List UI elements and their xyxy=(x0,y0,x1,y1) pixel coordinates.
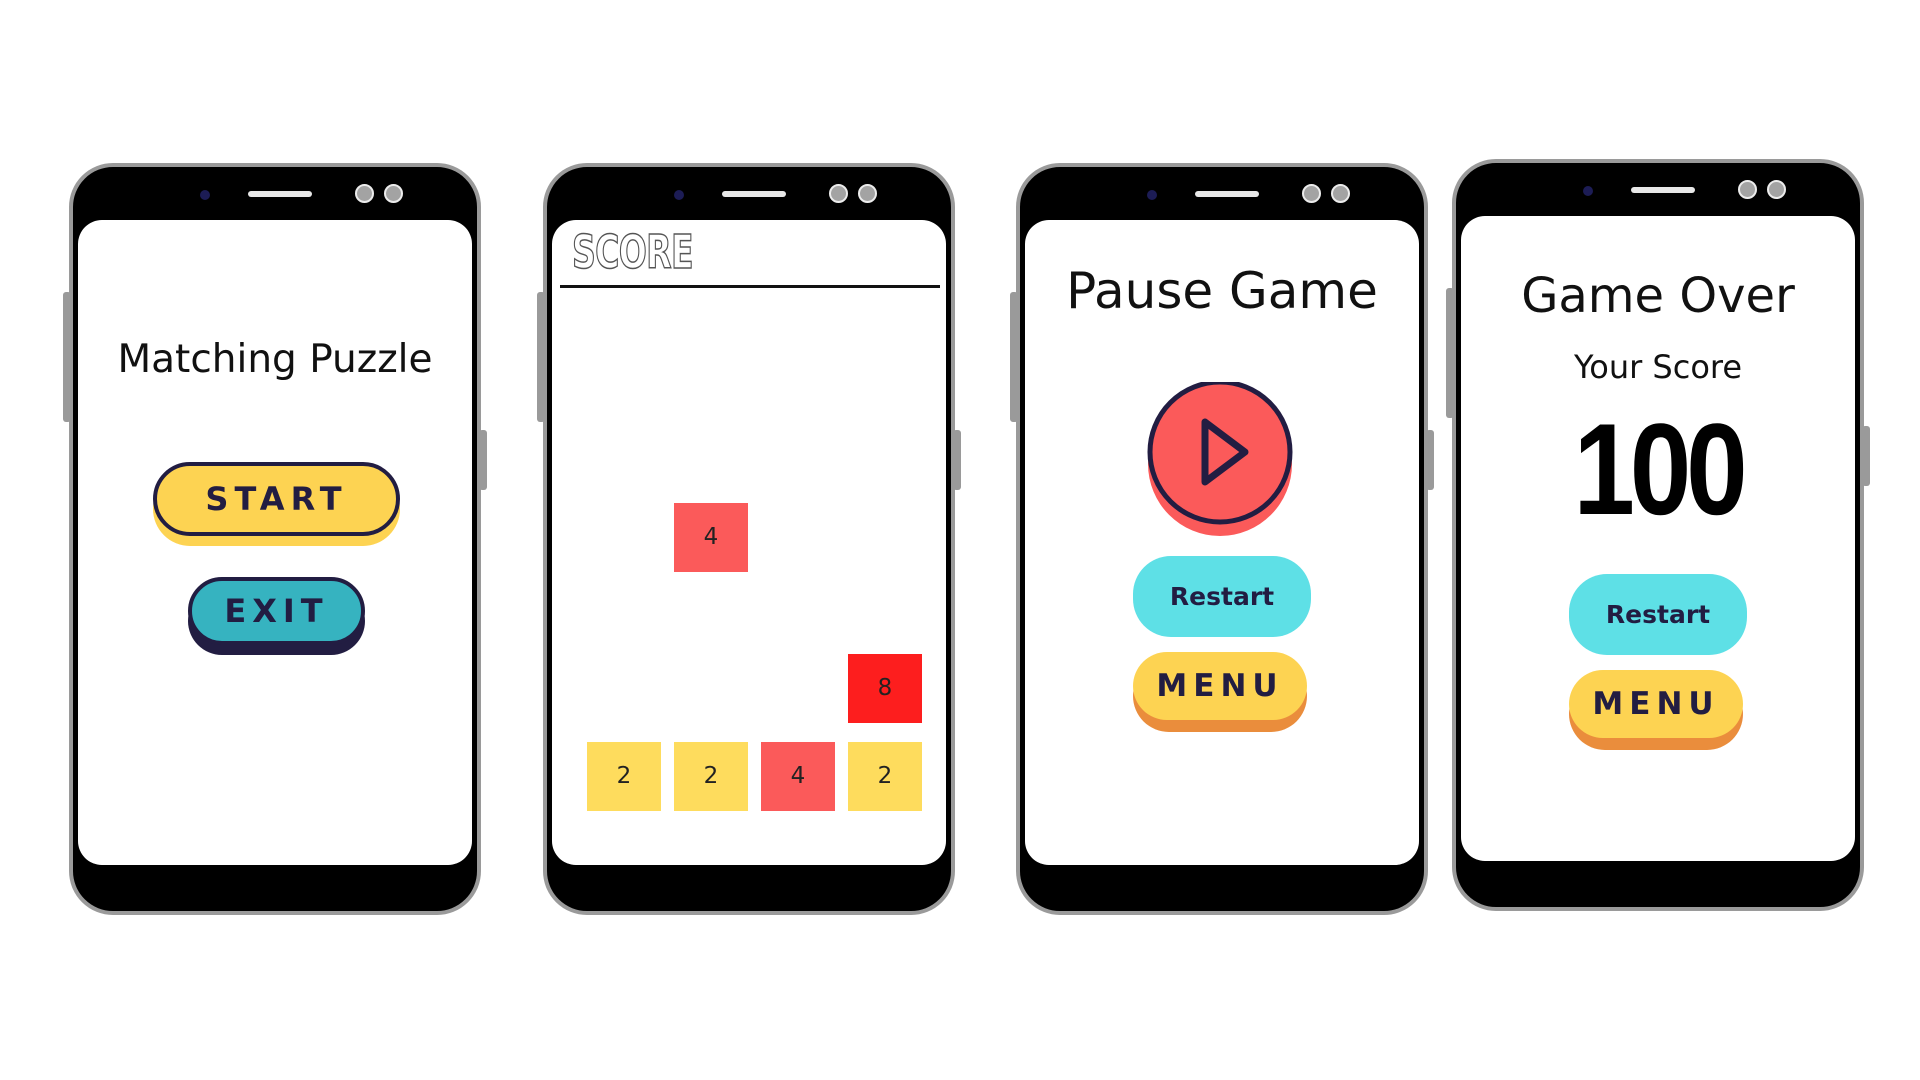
pause-screen: Pause Game Restart MENU xyxy=(1025,220,1419,865)
exit-button[interactable]: EXIT xyxy=(188,577,365,645)
camera-icon xyxy=(1331,184,1350,203)
tile[interactable]: 8 xyxy=(848,654,922,723)
volume-button xyxy=(537,292,545,422)
game-screen: SCORE 4 8 2 2 4 2 xyxy=(552,220,946,865)
earpiece-speaker xyxy=(248,191,312,197)
gameover-title: Game Over xyxy=(1521,268,1795,324)
power-button xyxy=(953,430,961,490)
front-sensor xyxy=(674,190,684,200)
power-button xyxy=(1862,426,1870,486)
camera-icon xyxy=(1738,180,1757,199)
restart-button[interactable]: Restart xyxy=(1133,556,1311,637)
menu-button[interactable]: MENU xyxy=(1133,652,1307,720)
final-score: 100 xyxy=(1573,396,1747,542)
tile[interactable]: 2 xyxy=(674,742,748,811)
volume-button xyxy=(1010,292,1018,422)
tile[interactable]: 2 xyxy=(587,742,661,811)
tile[interactable]: 2 xyxy=(848,742,922,811)
volume-button xyxy=(63,292,71,422)
front-sensor xyxy=(200,190,210,200)
phone-start: Matching Puzzle START EXIT xyxy=(63,163,487,915)
phone-gameover: Game Over Your Score 100 Restart MENU xyxy=(1446,159,1870,911)
start-screen: Matching Puzzle START EXIT xyxy=(78,220,472,865)
earpiece-speaker xyxy=(722,191,786,197)
restart-button[interactable]: Restart xyxy=(1569,574,1747,655)
pause-title: Pause Game xyxy=(1066,262,1378,320)
front-sensor xyxy=(1147,190,1157,200)
earpiece-speaker xyxy=(1195,191,1259,197)
power-button xyxy=(479,430,487,490)
camera-icon xyxy=(1302,184,1321,203)
volume-button xyxy=(1446,288,1454,418)
camera-icon xyxy=(858,184,877,203)
tile[interactable]: 4 xyxy=(674,503,748,572)
camera-icon xyxy=(355,184,374,203)
score-caption: Your Score xyxy=(1573,348,1743,386)
camera-icon xyxy=(829,184,848,203)
phone-pause: Pause Game Restart MENU xyxy=(1010,163,1434,915)
start-button[interactable]: START xyxy=(153,462,400,536)
tile[interactable]: 4 xyxy=(761,742,835,811)
play-icon[interactable] xyxy=(1145,382,1295,542)
menu-button[interactable]: MENU xyxy=(1569,670,1743,738)
score-divider xyxy=(560,285,940,288)
front-sensor xyxy=(1583,186,1593,196)
gameover-screen: Game Over Your Score 100 Restart MENU xyxy=(1461,216,1855,861)
power-button xyxy=(1426,430,1434,490)
earpiece-speaker xyxy=(1631,187,1695,193)
phone-game: SCORE 4 8 2 2 4 2 xyxy=(537,163,961,915)
camera-icon xyxy=(1767,180,1786,199)
score-label: SCORE xyxy=(571,224,694,280)
camera-icon xyxy=(384,184,403,203)
game-title: Matching Puzzle xyxy=(117,337,433,382)
